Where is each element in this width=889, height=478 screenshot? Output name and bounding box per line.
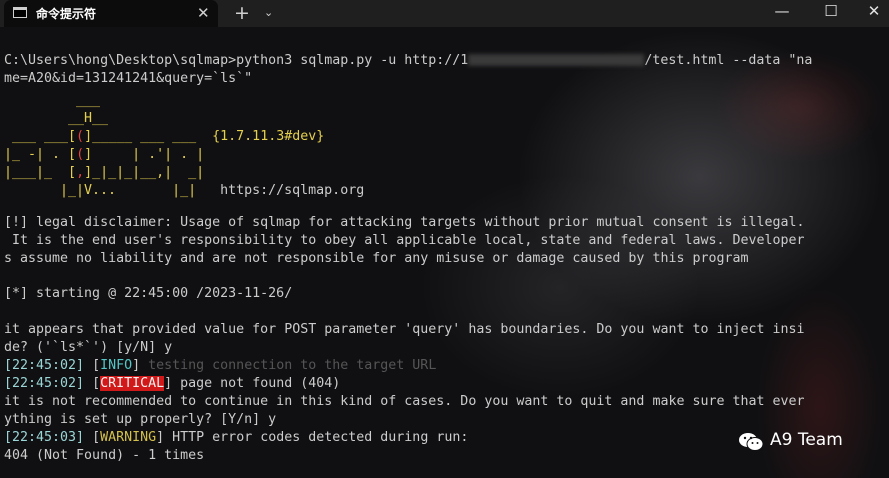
chevron-down-icon[interactable]: ⌄ [264, 6, 273, 19]
banner-line-3: ___ ___[(]_____ ___ ___ {1.7.11.3#dev} [12, 129, 325, 144]
banner-line-1: ___ [76, 93, 101, 108]
critical-badge: CRITICAL [100, 376, 165, 391]
tab-command-prompt[interactable]: 命令提示符 ✕ [4, 0, 218, 27]
title-bar: 命令提示符 ✕ + ⌄ — ☐ ✕ [0, 0, 889, 27]
log-line-warning: [22:45:03] [WARNING] HTTP error codes de… [4, 430, 469, 445]
maximize-button[interactable]: ☐ [821, 2, 841, 20]
banner-line-4: |_ -| . [(] | .'| . | [4, 147, 205, 162]
version-text: {1.7.11.3#dev} [212, 129, 325, 144]
tab-close-icon[interactable]: ✕ [197, 4, 210, 22]
url-text: https://sqlmap.org [220, 183, 365, 198]
disclaimer-line-2: It is the end user's responsibility to o… [4, 233, 805, 248]
log-line-info: [22:45:02] [INFO] testing connection to … [4, 358, 437, 373]
command-line-1: C:\Users\hong\Desktop\sqlmap>python3 sql… [4, 53, 813, 68]
banner-line-5: |___|_ [,]_|_|_|__,| _| [4, 165, 205, 180]
starting-line: [*] starting @ 22:45:00 /2023-11-26/ [4, 286, 293, 301]
terminal-output[interactable]: C:\Users\hong\Desktop\sqlmap>python3 sql… [0, 27, 889, 478]
disclaimer-line-1: [!] legal disclaimer: Usage of sqlmap fo… [4, 215, 805, 230]
summary-line: 404 (Not Found) - 1 times [4, 448, 205, 463]
watermark-text: A9 Team [770, 430, 843, 450]
prompt-line-1b: de? ('`ls*`') [y/N] y [4, 340, 173, 355]
prompt-line-2b: ything is set up properly? [Y/n] y [4, 412, 277, 427]
tab-title: 命令提示符 [36, 7, 97, 21]
disclaimer-line-3: s assume no liability and are not respon… [4, 251, 749, 266]
banner-line-2: __H__ [68, 111, 109, 126]
terminal-icon [13, 7, 27, 18]
prompt-line-2a: it is not recommended to continue in thi… [4, 394, 805, 409]
new-tab-button[interactable]: + [234, 2, 250, 24]
redacted-host [468, 54, 645, 66]
banner-line-6: |_|V... |_| https://sqlmap.org [60, 183, 365, 198]
prompt-line-1a: it appears that provided value for POST … [4, 322, 805, 337]
close-button[interactable]: ✕ [864, 2, 884, 20]
minimize-button[interactable]: — [772, 2, 792, 20]
log-line-critical: [22:45:02] [CRITICAL] page not found (40… [4, 376, 341, 391]
wechat-icon [739, 433, 764, 451]
command-line-2: me=A20&id=131241241&query=`ls`" [4, 71, 253, 86]
